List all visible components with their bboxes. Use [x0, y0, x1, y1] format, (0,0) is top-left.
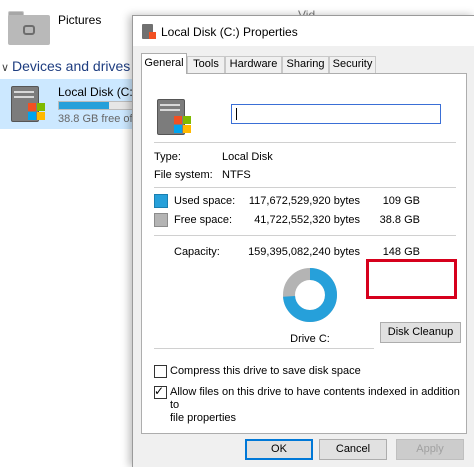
type-label: Type: [154, 151, 181, 163]
free-space-label: Free space: [174, 214, 233, 226]
capacity-gb: 148 GB [382, 246, 420, 258]
compress-label: Compress this drive to save disk space [170, 365, 361, 377]
drive-title-icon [142, 24, 156, 39]
general-tab-panel: Type: Local Disk File system: NTFS Used … [141, 73, 467, 434]
disk-usage-donut [283, 268, 337, 322]
used-space-bytes: 117,672,529,920 bytes [248, 195, 360, 207]
tab-security[interactable]: Security [329, 56, 376, 73]
apply-button[interactable]: Apply [396, 439, 464, 460]
devices-section-title: Devices and drives ( [12, 58, 139, 74]
used-space-label: Used space: [174, 195, 236, 207]
file-system-value: NTFS [222, 169, 251, 181]
drive-free-text: 38.8 GB free of [58, 113, 133, 125]
used-space-gb: 109 GB [382, 195, 420, 207]
checkmark-icon: ✓ [154, 384, 165, 398]
separator [154, 142, 456, 143]
tab-general[interactable]: General [141, 53, 187, 74]
separator [154, 235, 456, 236]
free-space-bytes: 41,722,552,320 bytes [254, 214, 360, 226]
compress-checkbox[interactable] [154, 365, 167, 378]
ok-button[interactable]: OK [245, 439, 313, 460]
separator [154, 187, 456, 188]
file-system-label: File system: [154, 169, 213, 181]
capacity-bytes: 159,395,082,240 bytes [248, 246, 360, 258]
drive-usage-bar [58, 101, 133, 110]
index-label: Allow files on this drive to have conten… [170, 386, 466, 425]
properties-dialog: Local Disk (C:) Properties General Tools… [132, 15, 474, 467]
highlight-box [366, 259, 457, 299]
dialog-title: Local Disk (C:) Properties [161, 25, 298, 39]
text-caret [236, 108, 237, 120]
pictures-folder-icon[interactable] [8, 11, 50, 45]
drive-tile-label: Local Disk (C:) [58, 85, 137, 99]
used-space-swatch [154, 194, 168, 208]
local-disk-icon-large [157, 99, 191, 135]
local-disk-icon [11, 86, 45, 122]
index-label-line1: Allow files on this drive to have conten… [170, 386, 460, 411]
devices-section-header[interactable]: ∨ Devices and drives ( [0, 58, 139, 74]
separator [154, 348, 374, 349]
pictures-folder-label[interactable]: Pictures [58, 13, 101, 27]
disk-cleanup-button[interactable]: Disk Cleanup [380, 322, 461, 343]
index-label-line2: file properties [170, 412, 237, 424]
tab-hardware[interactable]: Hardware [225, 56, 282, 73]
free-space-gb: 38.8 GB [379, 214, 420, 226]
tab-sharing[interactable]: Sharing [282, 56, 329, 73]
chevron-down-icon[interactable]: ∨ [0, 61, 10, 74]
capacity-label: Capacity: [174, 246, 220, 258]
tab-tools[interactable]: Tools [187, 56, 225, 73]
drive-caption: Drive C: [290, 333, 330, 345]
type-value: Local Disk [222, 151, 273, 163]
index-checkbox[interactable]: ✓ [154, 384, 167, 399]
cancel-button[interactable]: Cancel [319, 439, 387, 460]
drive-name-input[interactable] [231, 104, 441, 124]
free-space-swatch [154, 213, 168, 227]
dialog-titlebar[interactable]: Local Disk (C:) Properties [133, 16, 474, 46]
